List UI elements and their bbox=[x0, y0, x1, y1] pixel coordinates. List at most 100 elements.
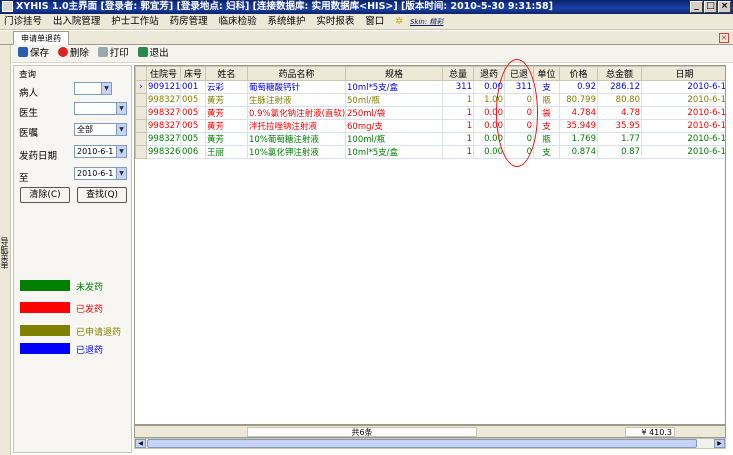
cell-total[interactable]: 1 bbox=[442, 106, 474, 120]
row-indicator[interactable] bbox=[135, 93, 147, 107]
col-header[interactable]: 床号 bbox=[180, 66, 206, 81]
empty-cell bbox=[248, 224, 346, 237]
save-button[interactable]: 保存 bbox=[18, 45, 49, 63]
empty-cell bbox=[181, 276, 206, 289]
cell-amount: 1.77 bbox=[597, 132, 642, 146]
empty-cell bbox=[206, 250, 248, 263]
drug-return-grid[interactable]: 住院号 床号 姓名 药品名称 规格 总量 退药 已退 单位 价格 总金额 日期 … bbox=[134, 65, 726, 425]
empty-cell bbox=[505, 328, 534, 341]
row-indicator[interactable] bbox=[135, 106, 147, 120]
col-header[interactable]: 总金额 bbox=[597, 66, 642, 81]
minimize-button[interactable]: _ bbox=[690, 1, 703, 13]
menu-admission[interactable]: 出入院管理 bbox=[53, 16, 101, 27]
table-row[interactable]: 9983261006王丽10%氯化钾注射液10ml*5支/盒10.000支0.8… bbox=[135, 145, 725, 159]
table-row[interactable]: › 909121 001 云彩 葡萄糖酸钙针 10ml*5支/盒 311 0.00 311 支 0.… bbox=[135, 80, 725, 94]
empty-cell bbox=[206, 367, 248, 380]
current-row-marker[interactable]: › bbox=[135, 80, 147, 94]
col-header[interactable]: 住院号 bbox=[146, 66, 181, 81]
scroll-right-icon[interactable]: ▶ bbox=[714, 439, 725, 448]
close-button[interactable]: × bbox=[718, 1, 731, 13]
cell-total[interactable]: 1 bbox=[442, 93, 474, 107]
row-indicator[interactable] bbox=[135, 132, 147, 146]
maximize-button[interactable]: □ bbox=[704, 1, 717, 13]
empty-cell bbox=[136, 237, 147, 250]
table-row[interactable]: 9983271005黄芳0.9%氯化钠注射液(直软)250ml/袋10.000袋… bbox=[135, 106, 725, 120]
col-header[interactable]: 单位 bbox=[533, 66, 560, 81]
menu-window[interactable]: 窗口 bbox=[365, 16, 384, 27]
empty-cell bbox=[206, 237, 248, 250]
empty-cell bbox=[598, 393, 642, 406]
table-row[interactable]: 9983271005黄芳泮托拉唑钠注射液60mg/支10.000支35.9493… bbox=[135, 119, 725, 133]
delete-button[interactable]: 删除 bbox=[57, 45, 89, 63]
table-row[interactable]: 9983271005黄芳10%葡萄糖注射液100ml/瓶10.000瓶1.769… bbox=[135, 132, 725, 146]
cell-date: 2010-6-1 bbox=[641, 132, 725, 146]
horizontal-scrollbar[interactable]: ◀ ▶ bbox=[134, 438, 726, 449]
row-indicator[interactable] bbox=[135, 119, 147, 133]
cell-drug-name: 0.9%氯化钠注射液(直软) bbox=[247, 106, 346, 120]
empty-cell bbox=[248, 250, 346, 263]
menu-outpatient-register[interactable]: 门诊挂号 bbox=[4, 16, 42, 27]
chevron-down-icon[interactable]: ▼ bbox=[116, 168, 126, 179]
nav-menu-strip[interactable]: 导航菜单 bbox=[0, 45, 11, 455]
search-button[interactable]: 查找(Q) bbox=[77, 187, 127, 203]
menu-nurse-station[interactable]: 护士工作站 bbox=[111, 16, 159, 27]
empty-cell bbox=[346, 159, 443, 172]
empty-cell bbox=[560, 198, 598, 211]
empty-cell bbox=[136, 276, 147, 289]
skin-icon[interactable]: ✲ bbox=[395, 16, 403, 27]
empty-cell bbox=[642, 211, 726, 224]
empty-cell bbox=[206, 263, 248, 276]
cell-total[interactable]: 1 bbox=[442, 119, 474, 133]
tab-drug-return[interactable]: 申请单退药 bbox=[13, 31, 69, 45]
chevron-down-icon[interactable]: ▼ bbox=[101, 83, 111, 94]
order-select[interactable]: 全部 ▼ bbox=[74, 123, 127, 136]
col-header[interactable]: 姓名 bbox=[205, 66, 248, 81]
cell-total[interactable]: 1 bbox=[442, 132, 474, 146]
empty-cell bbox=[346, 406, 443, 419]
scroll-thumb[interactable] bbox=[147, 439, 697, 448]
doctor-select[interactable]: ▼ bbox=[74, 102, 127, 115]
empty-row bbox=[136, 367, 726, 380]
empty-cell bbox=[181, 172, 206, 185]
menu-reports[interactable]: 实时报表 bbox=[316, 16, 354, 27]
dispense-date-from[interactable]: 2010-6-1 ▼ bbox=[74, 145, 127, 158]
menu-system[interactable]: 系统维护 bbox=[267, 16, 305, 27]
chevron-down-icon[interactable]: ▼ bbox=[116, 103, 126, 114]
cell-name: 黄芳 bbox=[205, 132, 248, 146]
empty-cell bbox=[534, 250, 560, 263]
skin-link[interactable]: Skin: 精彩 bbox=[410, 18, 443, 26]
col-header[interactable]: 规格 bbox=[345, 66, 443, 81]
menu-lab[interactable]: 临床检验 bbox=[219, 16, 257, 27]
empty-cell bbox=[346, 224, 443, 237]
col-header[interactable]: 价格 bbox=[559, 66, 598, 81]
chevron-down-icon[interactable]: ▼ bbox=[116, 124, 126, 135]
col-header[interactable]: 日期 bbox=[641, 66, 725, 81]
empty-row bbox=[136, 341, 726, 354]
legend-not-dispensed: 未发药 bbox=[76, 283, 104, 293]
empty-cell bbox=[474, 380, 505, 393]
empty-cell bbox=[346, 276, 443, 289]
empty-cell bbox=[147, 198, 181, 211]
empty-cell bbox=[642, 354, 726, 367]
print-button[interactable]: 打印 bbox=[97, 45, 129, 63]
cell-total[interactable]: 1 bbox=[442, 145, 474, 159]
table-row[interactable]: 9983271005黄芳生脉注射液50ml/瓶11.000瓶80.79980.8… bbox=[135, 93, 725, 107]
cell-spec: 60mg/支 bbox=[345, 119, 443, 133]
exit-icon bbox=[137, 47, 148, 57]
col-header[interactable]: 药品名称 bbox=[247, 66, 346, 81]
empty-cell bbox=[443, 185, 474, 198]
exit-button[interactable]: 退出 bbox=[137, 45, 169, 63]
clear-button[interactable]: 清除(C) bbox=[20, 187, 70, 203]
row-indicator[interactable] bbox=[135, 145, 147, 159]
patient-select[interactable]: ▼ bbox=[74, 82, 112, 95]
scroll-left-icon[interactable]: ◀ bbox=[135, 439, 146, 448]
dispense-date-to[interactable]: 2010-6-1 ▼ bbox=[74, 167, 127, 180]
col-header[interactable]: 总量 bbox=[442, 66, 474, 81]
empty-cell bbox=[598, 211, 642, 224]
cell-total[interactable]: 311 bbox=[442, 80, 474, 94]
tab-close-icon[interactable]: × bbox=[719, 33, 729, 43]
menu-pharmacy[interactable]: 药房管理 bbox=[170, 16, 208, 27]
empty-cell bbox=[534, 237, 560, 250]
empty-cell bbox=[642, 198, 726, 211]
chevron-down-icon[interactable]: ▼ bbox=[116, 146, 126, 157]
